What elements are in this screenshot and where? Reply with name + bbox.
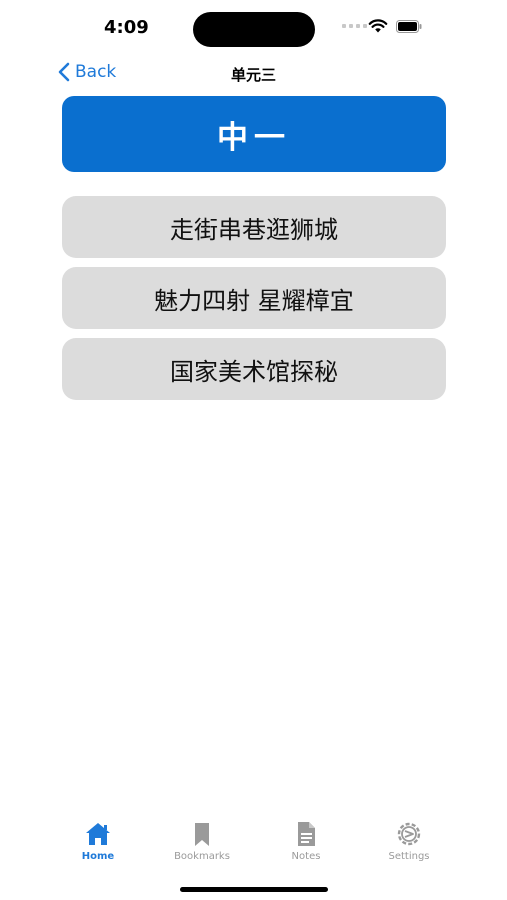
tab-bookmarks[interactable]: Bookmarks xyxy=(157,820,247,862)
lesson-item[interactable]: 国家美术馆探秘 xyxy=(62,338,446,400)
tab-home[interactable]: Home xyxy=(53,820,143,862)
home-icon xyxy=(86,823,110,845)
tab-bar: Home Bookmarks Notes Settings xyxy=(0,820,507,880)
tab-settings[interactable]: Settings xyxy=(364,820,454,862)
cellular-signal-icon xyxy=(342,24,367,28)
tab-settings-label: Settings xyxy=(388,851,430,862)
grade-header: 中一 xyxy=(62,96,446,172)
gear-icon xyxy=(397,822,421,846)
lesson-item[interactable]: 走街串巷逛狮城 xyxy=(62,196,446,258)
dynamic-island xyxy=(193,12,315,47)
wifi-icon xyxy=(368,19,388,33)
status-time: 4:09 xyxy=(104,17,149,38)
tab-notes[interactable]: Notes xyxy=(261,820,351,862)
document-icon xyxy=(298,822,315,846)
tab-home-label: Home xyxy=(81,851,115,862)
tab-bookmarks-label: Bookmarks xyxy=(174,851,230,862)
bookmark-icon xyxy=(195,823,209,846)
lesson-item[interactable]: 魅力四射 星耀樟宜 xyxy=(62,267,446,329)
home-indicator xyxy=(180,887,328,892)
page-title: 单元三 xyxy=(230,66,276,84)
battery-icon xyxy=(396,20,422,33)
tab-notes-label: Notes xyxy=(291,851,321,862)
status-bar: 4:09 xyxy=(0,0,507,60)
navigation-bar: Back 单元三 xyxy=(0,58,507,90)
